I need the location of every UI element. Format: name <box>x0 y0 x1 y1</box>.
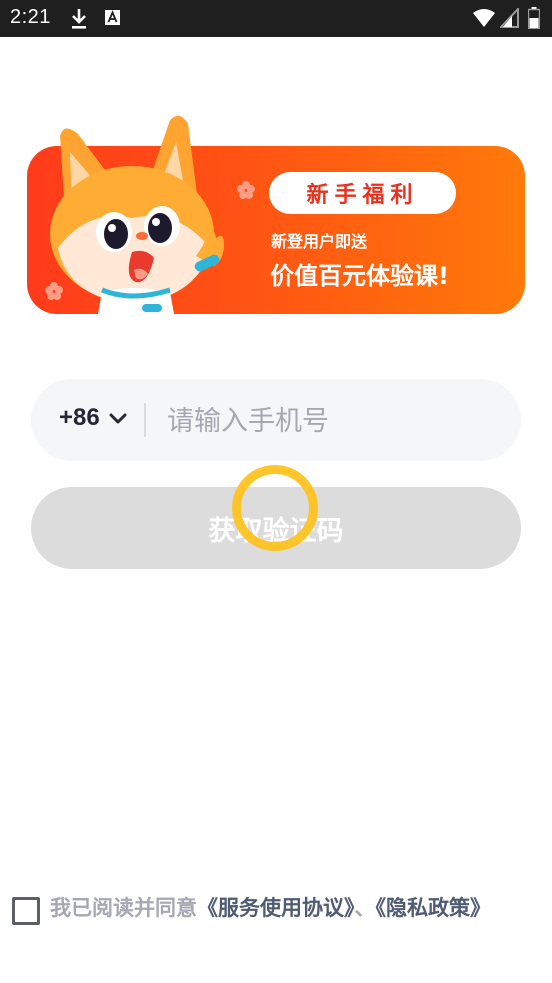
download-icon <box>72 9 86 29</box>
agreement-separator: 、 <box>354 896 376 920</box>
phone-number-input[interactable] <box>165 395 499 447</box>
a-icon <box>105 10 120 25</box>
flower-decoration-icon <box>45 282 63 300</box>
battery-icon <box>528 7 540 29</box>
wifi-icon <box>473 9 495 27</box>
signal-icon <box>500 8 519 28</box>
agreement-text: 我已阅读并同意《服务使用协议》、《隐私政策》 <box>50 893 545 923</box>
new-user-badge: 新手福利 <box>269 172 456 214</box>
status-time: 2:21 <box>10 6 51 28</box>
agree-checkbox[interactable] <box>12 897 40 925</box>
service-agreement-link[interactable]: 《服务使用协议》 <box>197 896 355 920</box>
chevron-down-icon[interactable] <box>109 413 127 425</box>
banner-headline: 价值百元体验课! <box>270 262 449 290</box>
phone-input-container: +86 <box>31 379 521 461</box>
country-code-selector[interactable]: +86 <box>59 404 100 432</box>
flower-decoration-icon <box>237 181 255 199</box>
loading-spinner <box>232 465 318 551</box>
privacy-policy-link[interactable]: 《隐私政策》 <box>376 896 492 920</box>
divider <box>144 403 146 437</box>
agreement-prefix: 我已阅读并同意 <box>50 896 197 920</box>
status-bar: 2:21 <box>0 0 552 37</box>
banner-subtitle: 新登用户即送 <box>271 232 368 251</box>
